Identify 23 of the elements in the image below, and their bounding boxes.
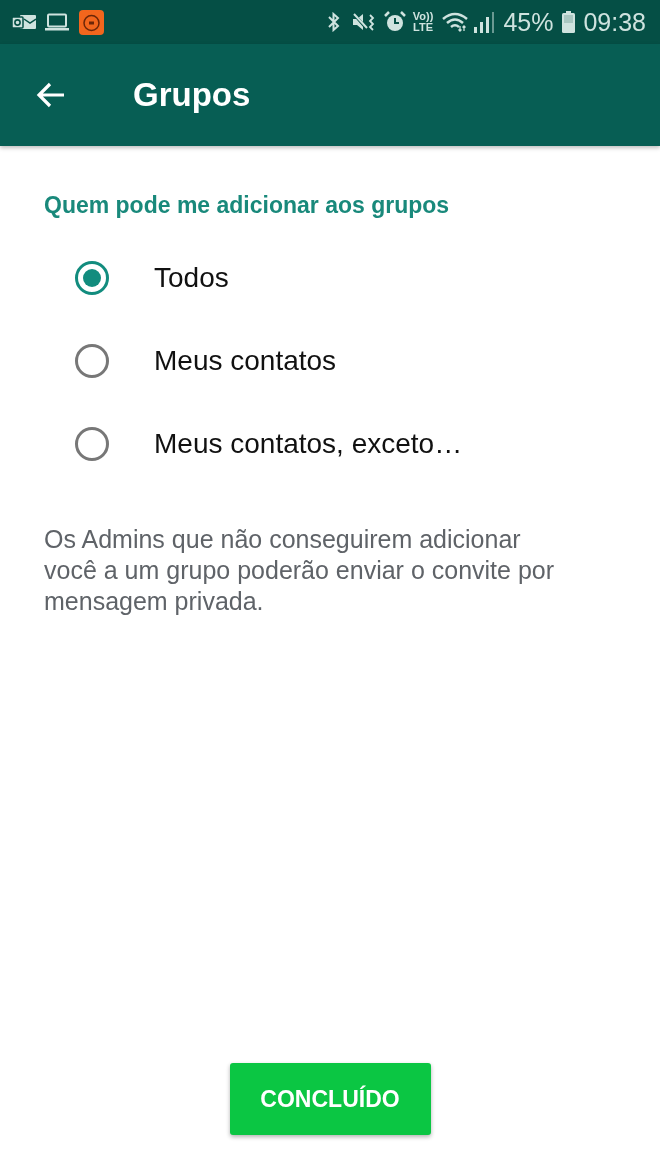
radio-button[interactable] (75, 426, 109, 461)
wifi-icon (442, 11, 470, 33)
screen-title: Grupos (133, 75, 251, 116)
description-text: Os Admins que não conseguirem adicionar você a um grupo poderão enviar o convite por mensagem privada. (44, 524, 556, 617)
volte-indicator: Vo)) LTE (412, 11, 434, 33)
signal-icon (472, 11, 495, 33)
done-button[interactable]: CONCLUÍDO (229, 1063, 431, 1135)
app-icon (79, 9, 104, 35)
bluetooth-icon (327, 12, 340, 32)
back-arrow-icon (36, 82, 66, 108)
option-label: Meus contatos, exceto… (154, 426, 463, 461)
laptop-icon (45, 13, 69, 31)
battery-icon (562, 11, 576, 33)
outlook-icon (12, 13, 36, 31)
battery-percentage: 45% (503, 9, 554, 35)
clock-time: 09:38 (583, 9, 646, 35)
radio-button[interactable] (75, 343, 109, 378)
option-label: Todos (154, 260, 229, 295)
mute-vibrate-icon (351, 12, 376, 32)
radio-button[interactable] (75, 260, 109, 295)
option-label: Meus contatos (154, 343, 337, 378)
alarm-icon (383, 11, 406, 33)
section-heading: Quem pode me adicionar aos grupos (44, 191, 451, 220)
